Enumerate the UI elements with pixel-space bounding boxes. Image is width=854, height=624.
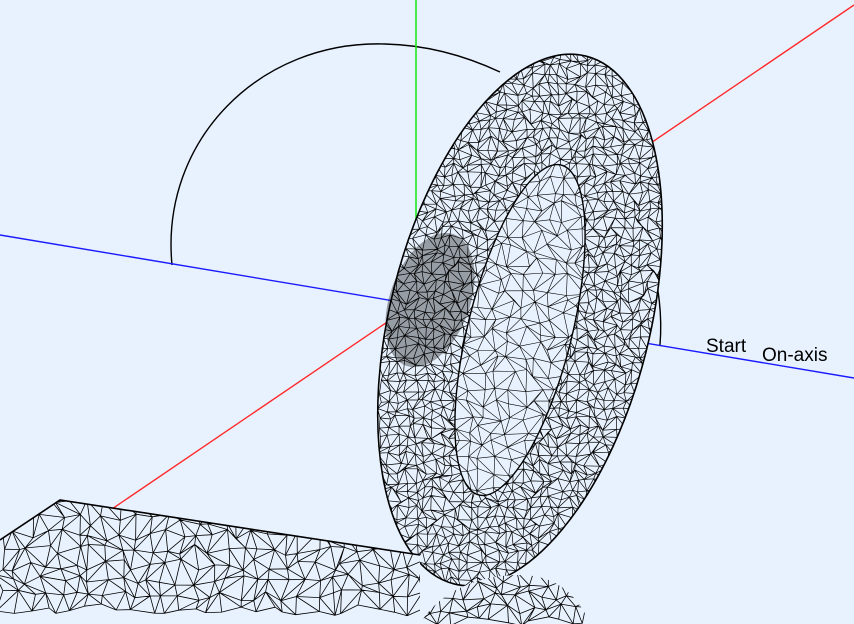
on-axis-label: On-axis [762,345,827,366]
scene-canvas[interactable]: Start On-axis [0,0,854,624]
3d-viewport[interactable]: Start On-axis [0,0,854,624]
start-label: Start [706,336,747,357]
